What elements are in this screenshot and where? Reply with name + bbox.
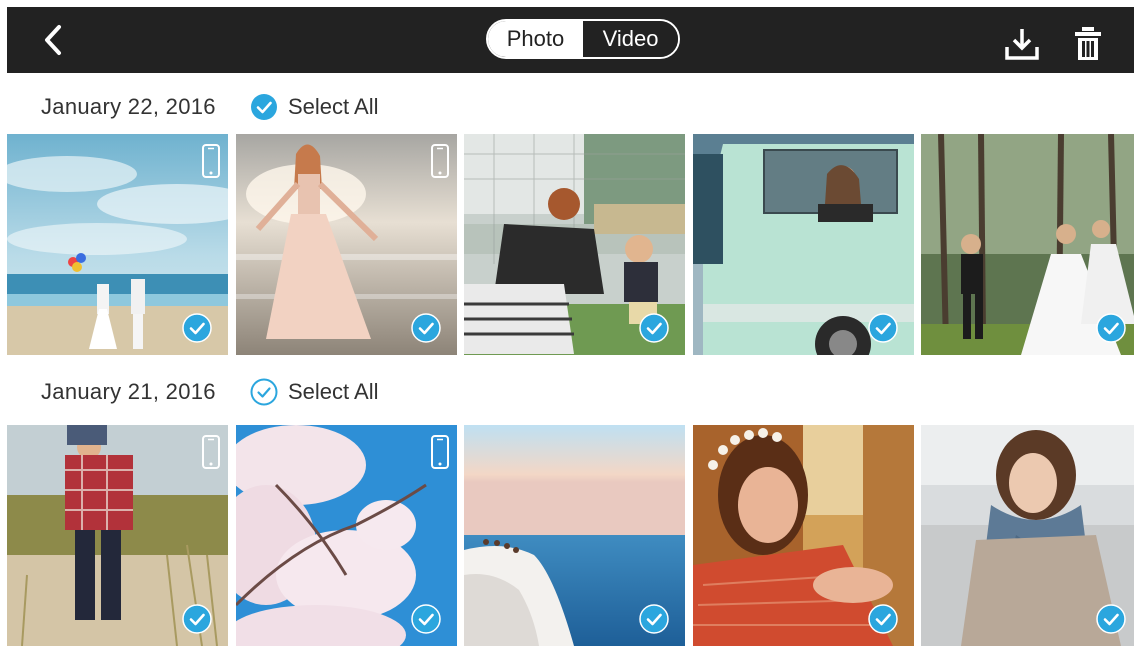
back-button[interactable] <box>39 24 71 56</box>
check-circle-icon <box>182 313 212 343</box>
phone-icon <box>431 435 449 469</box>
photo-thumbnail[interactable] <box>921 134 1134 355</box>
photo-thumbnail[interactable] <box>921 425 1134 646</box>
check-circle-filled-icon <box>251 94 277 120</box>
date-group-header: January 22, 2016 Select All <box>0 82 1134 132</box>
photo-thumbnail[interactable] <box>693 425 914 646</box>
tab-video[interactable]: Video <box>583 21 678 57</box>
photo-thumbnail[interactable] <box>236 134 457 355</box>
photo-thumbnail[interactable] <box>693 134 914 355</box>
check-circle-icon <box>411 604 441 634</box>
phone-icon <box>202 144 220 178</box>
phone-icon <box>202 435 220 469</box>
media-type-toggle: Photo Video <box>486 19 680 59</box>
select-all-label: Select All <box>288 379 379 404</box>
check-circle-icon <box>868 313 898 343</box>
check-circle-icon <box>639 313 669 343</box>
trash-icon <box>1075 27 1101 60</box>
check-circle-icon <box>182 604 212 634</box>
phone-icon <box>431 144 449 178</box>
check-circle-icon <box>411 313 441 343</box>
chevron-left-icon <box>45 25 61 55</box>
photo-thumbnail[interactable] <box>7 425 228 646</box>
download-icon <box>1005 29 1039 60</box>
delete-button[interactable] <box>1069 25 1107 63</box>
photo-thumbnail[interactable] <box>464 134 685 355</box>
photo-thumbnail[interactable] <box>464 425 685 646</box>
photo-thumbnail[interactable] <box>236 425 457 646</box>
date-group-header: January 21, 2016 Select All <box>0 367 1134 417</box>
photo-thumbnail[interactable] <box>7 134 228 355</box>
select-all-label: Select All <box>288 94 379 119</box>
check-circle-outline-icon <box>250 378 278 406</box>
check-circle-icon <box>868 604 898 634</box>
check-circle-icon <box>639 604 669 634</box>
check-circle-icon <box>1096 604 1126 634</box>
tab-photo[interactable]: Photo <box>488 21 583 57</box>
date-label: January 21, 2016 <box>41 379 216 404</box>
select-all-toggle[interactable]: Select All <box>250 92 379 122</box>
download-button[interactable] <box>1003 25 1041 63</box>
select-all-toggle[interactable]: Select All <box>250 377 379 407</box>
check-circle-icon <box>1096 313 1126 343</box>
date-label: January 22, 2016 <box>41 94 216 119</box>
top-bar: Photo Video <box>7 7 1134 73</box>
